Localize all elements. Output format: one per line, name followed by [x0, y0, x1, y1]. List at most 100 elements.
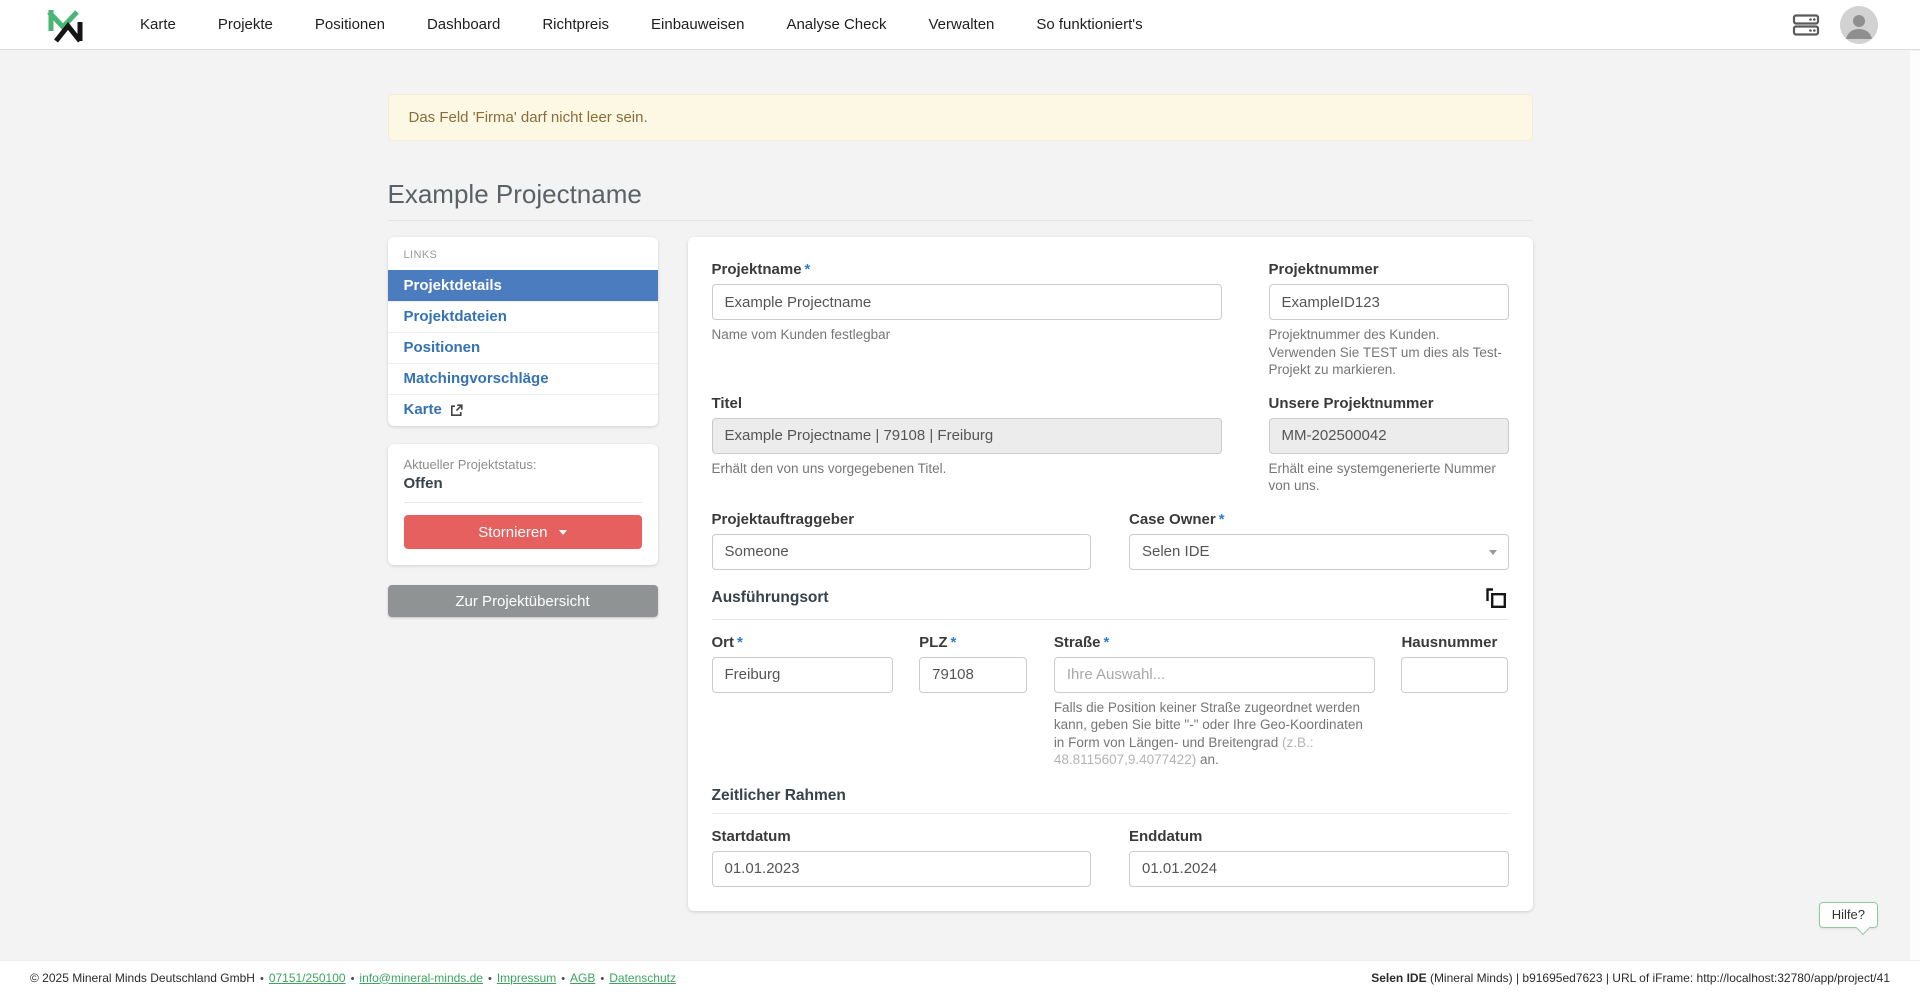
divider: [404, 502, 642, 503]
projektnummer-help: Projektnummer des Kunden. Verwenden Sie …: [1269, 326, 1509, 379]
required-marker: *: [1219, 511, 1225, 528]
case-owner-label: Case Owner*: [1129, 511, 1509, 528]
field-projektname: Projektname* Name vom Kunden festlegbar: [712, 261, 1222, 379]
scrollbar[interactable]: [1910, 51, 1920, 960]
user-avatar-icon[interactable]: [1840, 6, 1878, 44]
field-strasse: Straße* Falls die Position keiner Straße…: [1054, 634, 1375, 769]
strasse-input[interactable]: [1054, 657, 1375, 693]
title-divider: [388, 220, 1533, 221]
sidebar-item-matchingvorschlaege[interactable]: Matchingvorschläge: [388, 363, 658, 394]
field-projektauftraggeber: Projektauftraggeber: [712, 511, 1092, 570]
sidebar: LINKS Projektdetails Projektdateien Posi…: [388, 237, 658, 617]
sidebar-item-label: Projektdetails: [404, 277, 502, 294]
copy-icon[interactable]: [1484, 586, 1509, 611]
strasse-label: Straße*: [1054, 634, 1375, 651]
stornieren-button[interactable]: Stornieren: [404, 515, 642, 549]
divider: [712, 813, 1509, 814]
footer-link-phone[interactable]: 07151/250100: [269, 971, 346, 985]
sidebar-item-label: Projektdateien: [404, 308, 507, 325]
project-form-card: Projektname* Name vom Kunden festlegbar …: [688, 237, 1533, 911]
ort-label: Ort*: [712, 634, 893, 651]
startdatum-input[interactable]: [712, 851, 1092, 887]
separator: •: [260, 973, 264, 985]
nav-item-einbauweisen[interactable]: Einbauweisen: [651, 16, 744, 33]
nav-item-karte[interactable]: Karte: [140, 16, 176, 33]
sidebar-item-positionen[interactable]: Positionen: [388, 332, 658, 363]
field-unsere-projektnummer: Unsere Projektnummer Erhält eine systemg…: [1269, 395, 1509, 495]
server-rack-icon[interactable]: [1792, 13, 1820, 37]
hausnummer-input[interactable]: [1401, 657, 1508, 693]
sidebar-item-label: Karte: [404, 401, 442, 418]
nav-item-dashboard[interactable]: Dashboard: [427, 16, 500, 33]
label-text: Straße: [1054, 634, 1101, 651]
sidebar-item-label: Matchingvorschläge: [404, 370, 549, 387]
page-title: Example Projectname: [388, 179, 1533, 210]
titel-label: Titel: [712, 395, 1222, 412]
nav-item-richtpreis[interactable]: Richtpreis: [542, 16, 609, 33]
copyright-text: © 2025 Mineral Minds Deutschland GmbH: [30, 971, 255, 985]
field-hausnummer: Hausnummer: [1401, 634, 1508, 769]
section-title-ausfuehrungsort: Ausführungsort: [712, 589, 829, 607]
footer-link-email[interactable]: info@mineral-minds.de: [359, 971, 483, 985]
nav-item-analyse-check[interactable]: Analyse Check: [786, 16, 886, 33]
startdatum-label: Startdatum: [712, 828, 1092, 845]
footer-link-agb[interactable]: AGB: [570, 971, 595, 985]
hilfe-button[interactable]: Hilfe?: [1819, 902, 1878, 928]
strasse-help-suffix: an.: [1200, 752, 1219, 767]
case-owner-select[interactable]: Selen IDE: [1129, 534, 1509, 570]
enddatum-label: Enddatum: [1129, 828, 1509, 845]
status-label: Aktueller Projektstatus:: [404, 457, 642, 472]
required-marker: *: [1104, 634, 1110, 651]
field-ort: Ort*: [712, 634, 893, 769]
field-projektnummer: Projektnummer Projektnummer des Kunden. …: [1269, 261, 1509, 379]
sidebar-item-projektdateien[interactable]: Projektdateien: [388, 301, 658, 332]
field-startdatum: Startdatum: [712, 828, 1092, 887]
footer: © 2025 Mineral Minds Deutschland GmbH • 07…: [0, 960, 1920, 994]
projektname-help: Name vom Kunden festlegbar: [712, 326, 1222, 344]
projektnummer-input[interactable]: [1269, 284, 1509, 320]
separator: •: [561, 973, 565, 985]
mineral-minds-logo[interactable]: [44, 5, 84, 45]
unsere-projektnummer-input: [1269, 418, 1509, 454]
field-titel: Titel Erhält den von uns vorgegebenen Ti…: [712, 395, 1222, 495]
required-marker: *: [805, 261, 811, 278]
enddatum-input[interactable]: [1129, 851, 1509, 887]
caret-down-icon: [1489, 550, 1497, 555]
label-text: Ort: [712, 634, 735, 651]
separator: •: [351, 973, 355, 985]
footer-link-impressum[interactable]: Impressum: [497, 971, 556, 985]
hausnummer-label: Hausnummer: [1401, 634, 1508, 651]
projektname-input[interactable]: [712, 284, 1222, 320]
projektname-label: Projektname*: [712, 261, 1222, 278]
section-title-zeitlicher-rahmen: Zeitlicher Rahmen: [712, 787, 846, 805]
strasse-help: Falls die Position keiner Straße zugeord…: [1054, 699, 1375, 769]
case-owner-selected-value: Selen IDE: [1142, 543, 1210, 560]
required-marker: *: [737, 634, 743, 651]
plz-input[interactable]: [919, 657, 1027, 693]
status-value: Offen: [404, 475, 642, 492]
field-case-owner: Case Owner* Selen IDE: [1129, 511, 1509, 570]
footer-link-datenschutz[interactable]: Datenschutz: [609, 971, 676, 985]
nav-item-positionen[interactable]: Positionen: [315, 16, 385, 33]
nav-item-projekte[interactable]: Projekte: [218, 16, 273, 33]
validation-alert: Das Feld 'Firma' darf nicht leer sein.: [388, 94, 1533, 141]
unsere-projektnummer-label: Unsere Projektnummer: [1269, 395, 1509, 412]
nav-item-so-funktionierts[interactable]: So funktioniert's: [1036, 16, 1142, 33]
nav-item-verwalten[interactable]: Verwalten: [929, 16, 995, 33]
stornieren-label: Stornieren: [478, 524, 547, 541]
ort-input[interactable]: [712, 657, 893, 693]
footer-session-info: Selen IDE (Mineral Minds) | b91695ed7623…: [1371, 971, 1890, 985]
projektauftraggeber-input[interactable]: [712, 534, 1092, 570]
sidebar-item-label: Positionen: [404, 339, 481, 356]
zur-projektuebersicht-button[interactable]: Zur Projektübersicht: [388, 585, 658, 617]
titel-input: [712, 418, 1222, 454]
nav-right: [1792, 6, 1878, 44]
separator: •: [600, 973, 604, 985]
status-card: Aktueller Projektstatus: Offen Storniere…: [388, 444, 658, 565]
required-marker: *: [951, 634, 957, 651]
sidebar-item-karte[interactable]: Karte: [388, 394, 658, 425]
unsere-projektnummer-help: Erhält eine systemgenerierte Nummer von …: [1269, 460, 1509, 495]
sidebar-item-projektdetails[interactable]: Projektdetails: [388, 270, 658, 301]
footer-left: © 2025 Mineral Minds Deutschland GmbH • 07…: [30, 971, 676, 985]
external-link-icon: [450, 404, 463, 417]
